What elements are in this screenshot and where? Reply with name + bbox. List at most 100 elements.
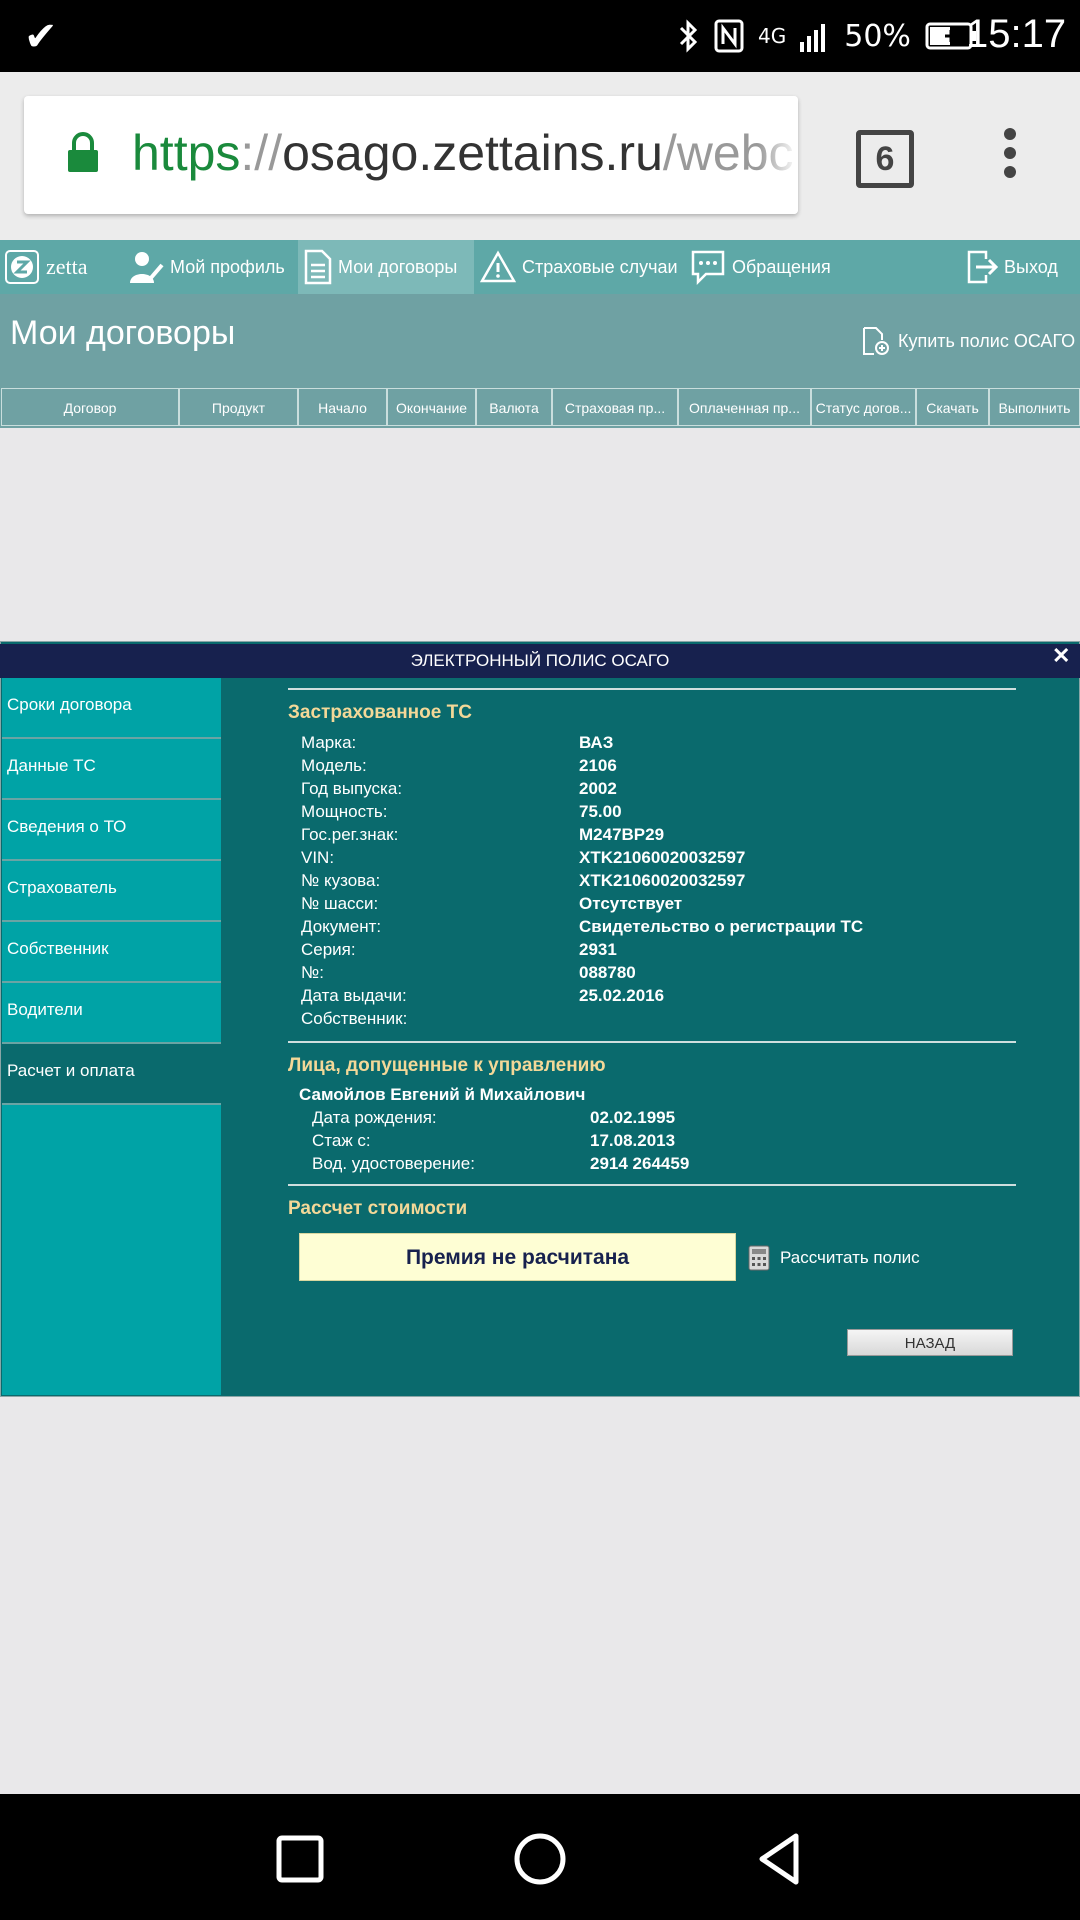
field-value: 2931 <box>579 940 617 959</box>
nav-label: Страховые случаи <box>522 256 678 277</box>
field-label: Документ: <box>301 917 382 936</box>
field-value: 75.00 <box>579 802 622 821</box>
column-header[interactable]: Валюта <box>476 388 552 426</box>
field-label: VIN: <box>301 848 335 867</box>
back-nav-icon[interactable] <box>752 1831 808 1887</box>
nav-label: Мой профиль <box>170 256 285 277</box>
logout-icon <box>967 250 998 284</box>
column-header[interactable]: Выполнить <box>989 388 1080 426</box>
premium-status: Премия не расчитана <box>299 1233 736 1281</box>
chat-icon <box>691 250 725 285</box>
field-value: 17.08.2013 <box>590 1131 676 1150</box>
field-label: Гос.рег.знак: <box>301 825 399 844</box>
field-label: Модель: <box>301 756 367 775</box>
url-text: https://osago.zettains.ru/webc <box>132 125 794 181</box>
network-type: 4G <box>758 24 787 48</box>
zetta-logo[interactable]: zetta <box>4 240 88 294</box>
sidebar-item-vehicle-data[interactable]: Данные ТС <box>2 739 221 800</box>
field-value: 2914 264459 <box>590 1154 690 1173</box>
system-nav-bar <box>0 1794 1080 1920</box>
site-nav: zetta Мой профиль Мои договоры Страховые… <box>0 240 1080 294</box>
nav-label: Обращения <box>732 256 831 277</box>
address-bar[interactable]: https://osago.zettains.ru/webc <box>24 96 798 214</box>
field-label: Собственник: <box>301 1009 408 1028</box>
divider <box>288 1184 1016 1186</box>
field-label: № шасси: <box>301 894 379 913</box>
clock: 15:17 <box>966 12 1067 56</box>
user-edit-icon <box>130 252 164 283</box>
field-label: Стаж с: <box>312 1131 371 1150</box>
nav-my-contracts[interactable]: Мои договоры <box>298 240 474 294</box>
back-button[interactable]: НАЗАД <box>847 1329 1013 1356</box>
buy-osago-button[interactable]: Купить полис ОСАГО <box>862 326 1075 356</box>
field-value: ВАЗ <box>579 733 614 752</box>
field-value: Отсутствует <box>579 894 683 913</box>
close-icon[interactable]: ✕ <box>1052 643 1070 669</box>
field-value: Свидетельство о регистрации ТС <box>579 917 864 936</box>
zetta-logo-icon <box>5 250 39 284</box>
nav-my-profile[interactable]: Мой профиль <box>128 240 285 294</box>
status-icons: 4G 50% <box>678 16 977 56</box>
nav-logout[interactable]: Выход <box>966 240 1058 294</box>
browser-menu-button[interactable] <box>1000 128 1020 188</box>
divider <box>288 1041 1016 1043</box>
recents-icon[interactable] <box>272 1831 328 1887</box>
sidebar-item-payment[interactable]: Расчет и оплата <box>2 1044 221 1105</box>
signal-icon <box>800 24 826 52</box>
download-complete-icon: ✔ <box>24 14 58 60</box>
column-header[interactable]: Начало <box>298 388 387 426</box>
column-header[interactable]: Статус догов... <box>811 388 916 426</box>
calculate-policy-label: Рассчитать полис <box>780 1248 920 1267</box>
vehicle-section-title: Застрахованное ТС <box>288 702 472 723</box>
column-header[interactable]: Скачать <box>916 388 989 426</box>
field-label: Дата рождения: <box>312 1108 437 1127</box>
drivers-section-title: Лица, допущенные к управлению <box>288 1055 606 1076</box>
cost-section-title: Рассчет стоимости <box>288 1198 468 1219</box>
status-bar: ✔ 4G 50% 15:17 <box>0 0 1080 72</box>
field-value: 2106 <box>579 756 617 775</box>
field-label: Год выпуска: <box>301 779 403 798</box>
column-header[interactable]: Договор <box>1 388 179 426</box>
tab-switcher-button[interactable]: 6 <box>856 130 914 188</box>
warning-icon <box>480 250 516 283</box>
nav-appeals[interactable]: Обращения <box>690 240 831 294</box>
nfc-icon <box>714 19 744 53</box>
field-value: XTK21060020032597 <box>579 848 746 867</box>
sidebar-item-owner[interactable]: Собственник <box>2 922 221 983</box>
field-value: XTK21060020032597 <box>579 871 746 890</box>
field-value: 25.02.2016 <box>579 986 665 1005</box>
sidebar-item-contract-terms[interactable]: Сроки договора <box>2 678 221 739</box>
sidebar-item-drivers[interactable]: Водители <box>2 983 221 1044</box>
field-label: № кузова: <box>301 871 381 890</box>
buy-osago-label: Купить полис ОСАГО <box>898 330 1076 351</box>
battery-percent: 50% <box>844 18 911 54</box>
column-header[interactable]: Окончание <box>387 388 476 426</box>
nav-insurance-cases[interactable]: Страховые случаи <box>480 240 678 294</box>
divider <box>288 688 1016 690</box>
field-label: Дата выдачи: <box>301 986 407 1005</box>
calculator-icon <box>748 1245 770 1271</box>
add-document-icon <box>863 327 889 355</box>
field-value: 2002 <box>579 779 617 798</box>
sidebar-item-policyholder[interactable]: Страхователь <box>2 861 221 922</box>
field-label: Вод. удостоверение: <box>312 1154 475 1173</box>
calculate-policy-button[interactable]: Рассчитать полис <box>748 1245 920 1271</box>
field-value: 088780 <box>579 963 636 982</box>
lock-icon <box>68 132 98 172</box>
field-label: Марка: <box>301 733 357 752</box>
driver-name: Самойлов Евгений й Михайлович <box>299 1085 586 1104</box>
column-header[interactable]: Продукт <box>179 388 298 426</box>
field-label: №: <box>301 963 324 982</box>
field-value: М247ВР29 <box>579 825 665 844</box>
field-label: Серия: <box>301 940 356 959</box>
nav-label: Мои договоры <box>338 256 458 277</box>
document-icon <box>304 249 332 285</box>
column-header[interactable]: Оплаченная пр... <box>678 388 811 426</box>
column-header[interactable]: Страховая пр... <box>552 388 678 426</box>
field-value: 02.02.1995 <box>590 1108 676 1127</box>
page-title: Мои договоры <box>10 314 236 352</box>
sidebar-item-inspection[interactable]: Сведения о ТО <box>2 800 221 861</box>
bluetooth-icon <box>679 19 698 53</box>
home-icon[interactable] <box>512 1831 568 1887</box>
nav-label: Выход <box>1004 256 1058 277</box>
